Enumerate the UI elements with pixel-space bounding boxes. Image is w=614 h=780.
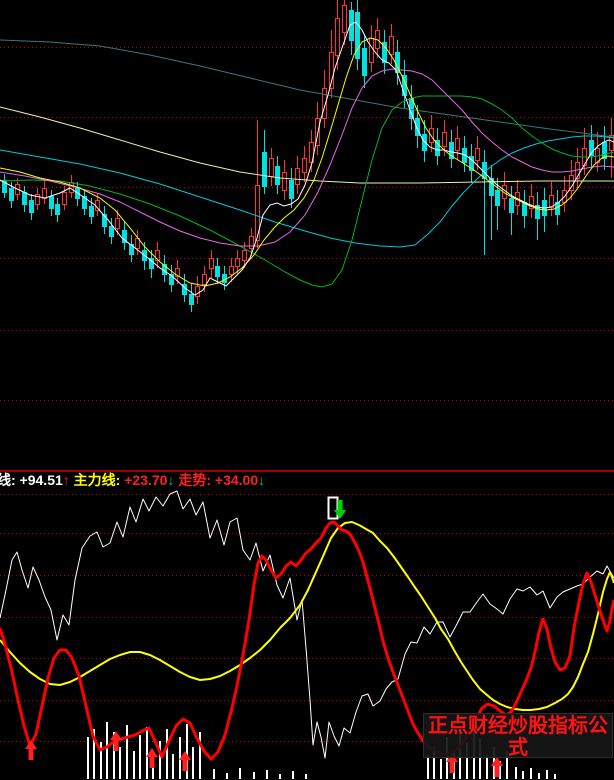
candle-body — [370, 39, 374, 63]
volume-bar — [546, 770, 548, 779]
volume-bar — [192, 747, 194, 779]
candle-body — [263, 153, 267, 187]
candle-body — [10, 189, 14, 201]
volume-bar — [239, 768, 241, 779]
watermark: 正点财经炒股指标公式 www.zdcj.net — [423, 713, 613, 758]
candle-body — [250, 237, 254, 249]
candle-body — [603, 143, 607, 159]
volume-bar — [226, 773, 228, 779]
volume-bar — [554, 774, 556, 779]
candle-body — [23, 193, 27, 205]
volume-bar — [159, 741, 161, 779]
candle-body — [283, 173, 287, 191]
candle-body — [296, 169, 300, 185]
volume-bar — [126, 725, 128, 779]
candle-body — [390, 37, 394, 55]
ma-magenta — [0, 69, 614, 246]
candle-body — [236, 259, 240, 267]
volume-bar — [515, 767, 517, 779]
candle-body — [363, 49, 367, 76]
candle-body — [276, 167, 280, 185]
volume-bar — [166, 729, 168, 779]
volume-bar — [146, 727, 148, 779]
candle-body — [190, 295, 194, 305]
candle-body — [243, 251, 247, 261]
candlestick-panel[interactable] — [0, 0, 614, 470]
green-down-arrow-icon — [334, 500, 346, 519]
candle-body — [510, 199, 514, 213]
candle-body — [30, 201, 34, 213]
indicator-segment: ↑ — [63, 472, 70, 488]
candle-body — [336, 19, 340, 56]
volume-bar — [530, 768, 532, 779]
candle-body — [476, 149, 480, 161]
candle-body — [496, 191, 500, 206]
candle-body — [303, 159, 307, 173]
red-up-arrow-icon — [491, 757, 503, 777]
volume-bar — [139, 735, 141, 779]
indicator-value-bar: 线: +94.51↑ 主力线: +23.70↓ 走势: +34.00↓ — [0, 471, 614, 490]
candle-body — [210, 259, 214, 269]
candle-body — [90, 207, 94, 217]
candle-body — [196, 287, 200, 297]
volume-bar — [486, 755, 488, 779]
volume-bar — [305, 774, 307, 779]
indicator-segment: 线: — [0, 472, 16, 488]
volume-bar — [172, 754, 174, 779]
candle-body — [56, 205, 60, 215]
volume-bar — [538, 773, 540, 779]
volume-bar — [279, 774, 281, 779]
candle-body — [116, 219, 120, 229]
candle-body — [443, 133, 447, 147]
candle-body — [110, 227, 114, 237]
candle-body — [290, 181, 294, 199]
indicator-segment: ↓ — [258, 472, 265, 488]
volume-bar — [119, 747, 121, 779]
volume-bar — [106, 722, 108, 779]
indicator-segment: +23.70 — [120, 472, 167, 488]
volume-bar — [427, 755, 429, 779]
candle-body — [50, 197, 54, 209]
sell-box-marker — [329, 498, 338, 519]
candle-body — [270, 159, 274, 177]
volume-bar — [522, 771, 524, 779]
indicator-segment: 走势: — [174, 472, 211, 488]
candle-body — [63, 193, 67, 205]
volume-bar — [199, 732, 201, 779]
indicator-segment: +34.00 — [211, 472, 258, 488]
candle-body — [456, 139, 460, 151]
volume-bar — [253, 772, 255, 779]
volume-bar — [266, 770, 268, 779]
indicator-segment: +94.51 — [16, 472, 63, 488]
stock-chart-window: 线: +94.51↑ 主力线: +23.70↓ 走势: +34.00↓ 正点财经… — [0, 0, 614, 780]
indicator-segment: 主力线: — [70, 472, 121, 488]
volume-bar — [440, 759, 442, 779]
candle-body — [203, 275, 207, 285]
watermark-title: 正点财经炒股指标公式 — [424, 715, 612, 758]
candle-body — [230, 267, 234, 275]
volume-bar — [292, 771, 294, 779]
candle-body — [216, 267, 220, 277]
ma-teal-long — [0, 40, 614, 137]
red-up-arrow-icon — [25, 740, 37, 760]
volume-bar — [87, 737, 89, 779]
candle-body — [43, 189, 47, 199]
volume-bar — [133, 751, 135, 779]
candle-body — [343, 6, 347, 33]
volume-bar — [213, 769, 215, 779]
candles — [3, 0, 614, 312]
osc-yellow — [0, 522, 614, 710]
